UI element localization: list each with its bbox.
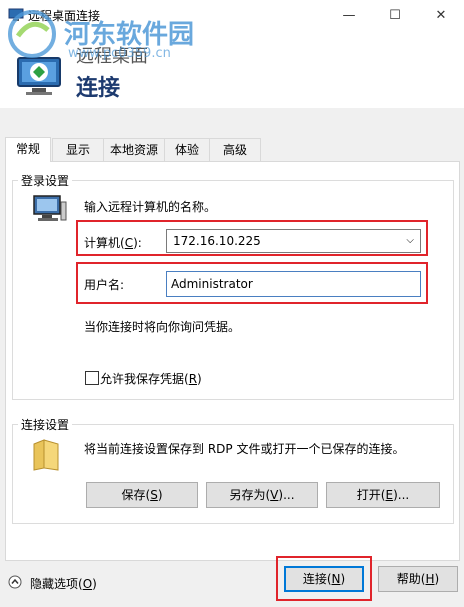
login-instruction: 输入远程计算机的名称。 xyxy=(84,200,217,214)
save-button[interactable]: 保存(S) xyxy=(86,482,198,508)
tab-general[interactable]: 常规 xyxy=(5,137,51,162)
username-input[interactable]: Administrator xyxy=(166,271,421,297)
connect-button[interactable]: 连接(N) xyxy=(284,566,364,592)
hide-options-link[interactable]: 隐藏选项(O) xyxy=(30,575,97,592)
header-title: 连接 xyxy=(76,76,121,101)
collapse-arrow-icon[interactable] xyxy=(8,575,22,589)
tab-local-resources[interactable]: 本地资源 xyxy=(103,138,165,161)
close-button[interactable]: ✕ xyxy=(418,0,464,30)
watermark-logo-icon xyxy=(8,10,56,58)
computer-value: 172.16.10.225 xyxy=(173,234,261,248)
computer-combobox[interactable]: 172.16.10.225 ⌵ xyxy=(166,229,421,253)
save-credentials-checkbox[interactable] xyxy=(85,371,99,385)
login-settings-title: 登录设置 xyxy=(18,172,73,189)
tab-advanced[interactable]: 高级 xyxy=(209,138,261,161)
maximize-button[interactable]: ☐ xyxy=(372,0,418,30)
folder-icon xyxy=(33,439,59,471)
help-button[interactable]: 帮助(H) xyxy=(378,566,458,592)
credentials-note: 当你连接时将向你询问凭据。 xyxy=(84,320,241,334)
minimize-button[interactable]: — xyxy=(326,0,372,30)
connection-settings-group xyxy=(12,424,454,524)
watermark-url: www.pc0359.cn xyxy=(68,46,171,61)
open-button[interactable]: 打开(E)... xyxy=(326,482,440,508)
username-label: 用户名: xyxy=(84,278,125,292)
chevron-down-icon[interactable]: ⌵ xyxy=(406,230,414,252)
connection-settings-title: 连接设置 xyxy=(18,416,73,433)
save-credentials-label[interactable]: 允许我保存凭据(R) xyxy=(100,370,202,387)
tab-panel-general: 登录设置 输入远程计算机的名称。 计算机(C): 172.16.10.225 ⌵… xyxy=(5,161,460,561)
computer-icon xyxy=(33,195,67,221)
connection-description: 将当前连接设置保存到 RDP 文件或打开一个已保存的连接。 xyxy=(84,442,405,456)
save-as-button[interactable]: 另存为(V)... xyxy=(206,482,318,508)
tab-experience[interactable]: 体验 xyxy=(164,138,210,161)
tab-display[interactable]: 显示 xyxy=(52,138,104,161)
computer-label: 计算机(C): xyxy=(84,236,142,250)
